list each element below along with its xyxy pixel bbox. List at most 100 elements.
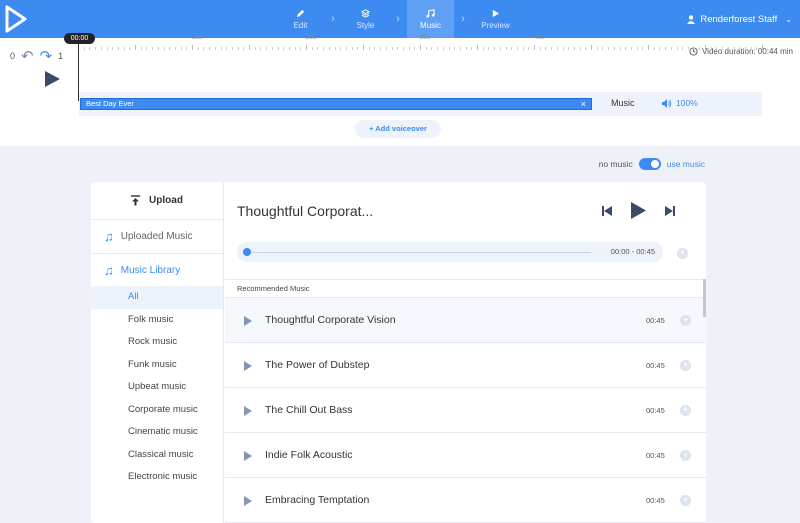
track-duration: 00:45 bbox=[646, 496, 665, 505]
play-icon[interactable] bbox=[244, 406, 252, 416]
ruler-tick bbox=[249, 45, 250, 50]
ruler-tick bbox=[568, 47, 570, 50]
genre-item[interactable]: Funk music bbox=[91, 354, 223, 377]
uploaded-music-item[interactable]: ♫ Uploaded Music bbox=[91, 220, 223, 253]
step-style[interactable]: Style bbox=[342, 0, 389, 38]
add-track-icon[interactable]: + bbox=[680, 495, 691, 506]
ruler-tick bbox=[562, 47, 564, 50]
genre-item[interactable]: Upbeat music bbox=[91, 376, 223, 399]
chevron-right-icon: › bbox=[331, 13, 335, 25]
user-icon bbox=[687, 14, 696, 24]
upload-icon bbox=[131, 195, 141, 206]
ruler-tick bbox=[699, 47, 701, 50]
scrollbar[interactable] bbox=[703, 279, 706, 317]
step-music-label: Music bbox=[420, 20, 441, 30]
ruler-tick bbox=[288, 47, 290, 50]
add-track-icon[interactable]: + bbox=[680, 315, 691, 326]
ruler-tick bbox=[328, 47, 330, 50]
progress-handle[interactable] bbox=[243, 248, 251, 256]
ruler-tick bbox=[408, 47, 410, 50]
genre-item[interactable]: Electronic music bbox=[91, 466, 223, 489]
ruler-tick bbox=[665, 47, 667, 50]
skip-previous-icon[interactable] bbox=[602, 205, 613, 216]
use-music-toggle[interactable] bbox=[638, 158, 661, 170]
add-voiceover-button[interactable]: + Add voiceover bbox=[355, 120, 441, 138]
add-track-icon[interactable]: + bbox=[680, 360, 691, 371]
genre-item[interactable]: Folk music bbox=[91, 309, 223, 332]
genre-item[interactable]: Classical music bbox=[91, 444, 223, 467]
add-track-icon[interactable]: + bbox=[680, 450, 691, 461]
timeline-play-icon[interactable] bbox=[45, 71, 60, 87]
ruler-tick bbox=[174, 47, 176, 50]
ruler-tick bbox=[465, 47, 467, 50]
ruler-tick bbox=[591, 45, 592, 50]
play-icon[interactable] bbox=[631, 202, 646, 219]
play-icon[interactable] bbox=[244, 451, 252, 461]
chevron-down-icon: ⌄ bbox=[785, 14, 792, 24]
ruler-tick bbox=[596, 47, 598, 50]
ruler-tick bbox=[260, 47, 262, 50]
genre-item[interactable]: Rock music bbox=[91, 331, 223, 354]
music-library-item[interactable]: ♫ Music Library bbox=[91, 253, 223, 286]
genre-item[interactable]: All bbox=[91, 286, 223, 309]
ruler-label: 40s bbox=[533, 34, 545, 41]
current-time-badge[interactable]: 00:00 bbox=[64, 33, 95, 44]
step-preview-label: Preview bbox=[481, 20, 510, 30]
music-notes-icon: ♫ bbox=[104, 262, 114, 278]
track-clip-title: Best Day Ever bbox=[86, 99, 134, 108]
ruler-tick bbox=[539, 47, 541, 50]
track-row[interactable]: The Power of Dubstep 00:45 + bbox=[225, 343, 706, 388]
track-row[interactable]: Indie Folk Acoustic 00:45 + bbox=[225, 433, 706, 478]
ruler-tick bbox=[442, 47, 444, 50]
ruler-tick bbox=[648, 45, 649, 50]
track-duration: 00:45 bbox=[646, 316, 665, 325]
ruler-tick bbox=[482, 47, 484, 50]
genre-item[interactable]: Cinematic music bbox=[91, 421, 223, 444]
play-icon[interactable] bbox=[244, 361, 252, 371]
add-track-icon[interactable]: + bbox=[677, 248, 688, 259]
upload-button[interactable]: Upload bbox=[91, 182, 223, 220]
ruler-tick bbox=[545, 47, 547, 50]
track-row[interactable]: Thoughtful Corporate Vision 00:45 + bbox=[225, 298, 706, 343]
step-preview[interactable]: Preview bbox=[472, 0, 519, 38]
track-name: The Chill Out Bass bbox=[265, 404, 353, 416]
ruler-tick bbox=[397, 47, 399, 50]
add-track-icon[interactable]: + bbox=[680, 405, 691, 416]
timeline-ruler[interactable]: 10s 20s 30s 40s bbox=[78, 34, 764, 50]
track-row[interactable]: The Chill Out Bass 00:45 + bbox=[225, 388, 706, 433]
ruler-tick bbox=[756, 47, 758, 50]
play-icon[interactable] bbox=[244, 316, 252, 326]
play-icon[interactable] bbox=[244, 496, 252, 506]
user-menu[interactable]: Renderforest Staff ⌄ bbox=[687, 0, 792, 38]
ruler-tick bbox=[226, 47, 228, 50]
ruler-tick bbox=[277, 47, 279, 50]
ruler-tick bbox=[385, 47, 387, 50]
ruler-tick bbox=[135, 45, 136, 50]
ruler-tick bbox=[477, 45, 478, 50]
playback-progress-bar[interactable]: 00:00 - 00:45 bbox=[237, 242, 663, 262]
skip-next-icon[interactable] bbox=[664, 205, 675, 216]
ruler-tick bbox=[602, 47, 604, 50]
close-icon[interactable]: × bbox=[581, 99, 586, 109]
ruler-tick bbox=[437, 47, 439, 50]
ruler-tick bbox=[152, 47, 154, 50]
ruler-tick bbox=[716, 47, 718, 50]
redo-icon[interactable]: ↷ bbox=[40, 47, 53, 65]
ruler-tick bbox=[613, 47, 615, 50]
step-music[interactable]: Music bbox=[407, 0, 454, 38]
undo-icon[interactable]: ↶ bbox=[21, 47, 34, 65]
step-edit[interactable]: Edit bbox=[277, 0, 324, 38]
track-row[interactable]: Embracing Temptation 00:45 + bbox=[225, 478, 706, 523]
ruler-tick bbox=[414, 47, 416, 50]
ruler-tick bbox=[351, 47, 353, 50]
genre-item[interactable]: Corporate music bbox=[91, 399, 223, 422]
track-duration: 00:45 bbox=[646, 361, 665, 370]
step-edit-label: Edit bbox=[293, 20, 308, 30]
music-track-clip[interactable]: Best Day Ever × bbox=[80, 98, 592, 110]
ruler-tick bbox=[203, 47, 205, 50]
ruler-tick bbox=[357, 47, 359, 50]
ruler-tick bbox=[676, 47, 678, 50]
recommended-track-list: Thoughtful Corporate Vision 00:45 + The Pow… bbox=[225, 298, 706, 523]
renderforest-logo-icon[interactable] bbox=[4, 4, 28, 34]
track-volume[interactable]: 100% bbox=[662, 98, 698, 108]
